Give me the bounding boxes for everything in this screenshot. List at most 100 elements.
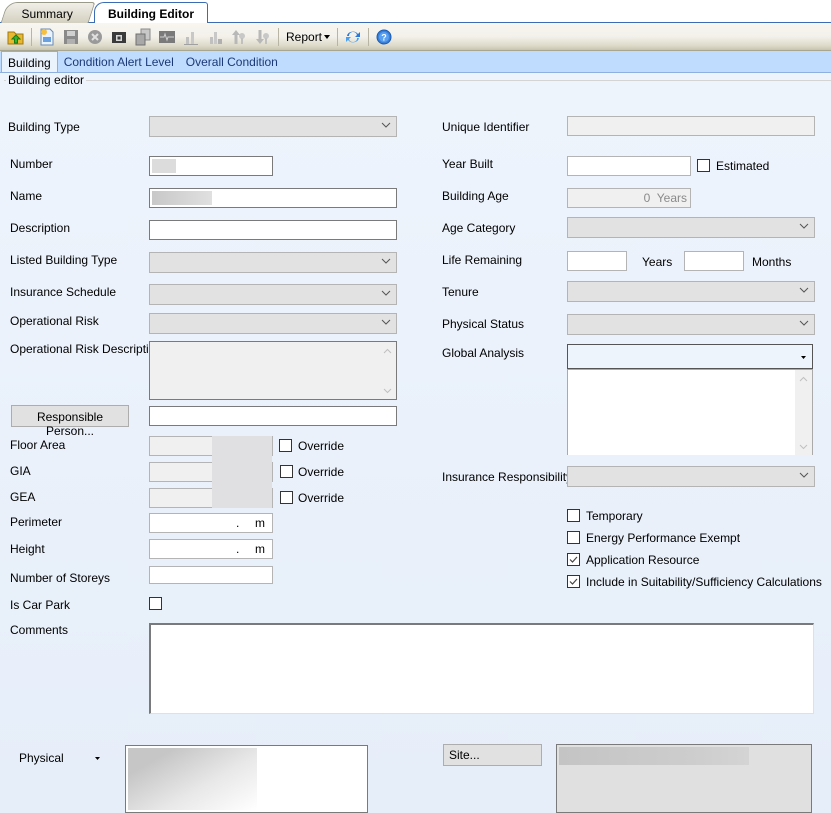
age-category-select[interactable] [567,217,815,238]
copy-icon [133,27,153,47]
months-label: Months [752,255,792,269]
redacted-site-name [559,747,749,765]
tenure-label: Tenure [442,285,479,299]
include-suitability-label: Include in Suitability/Sufficiency Calcu… [586,575,822,589]
operational-risk-description-textarea[interactable] [149,341,397,400]
description-input[interactable] [149,220,397,240]
insurance-responsibility-label: Insurance Responsibility [442,470,573,484]
operational-risk-label: Operational Risk [10,314,99,328]
delete-icon [85,27,105,47]
temporary-checkbox[interactable] [567,509,580,522]
scroll-down-icon[interactable] [383,386,392,395]
tab-building[interactable]: Building [1,51,58,72]
is-car-park-label: Is Car Park [10,598,71,612]
energy-performance-exempt-checkbox[interactable] [567,531,580,544]
years-label: Years [642,255,673,269]
is-car-park-checkbox[interactable] [149,597,162,610]
gea-override-checkbox[interactable] [280,491,293,504]
scrollbar[interactable] [379,342,396,399]
scroll-up-icon[interactable] [383,347,392,356]
site-button[interactable]: Site... [443,744,542,766]
help-icon[interactable]: ? [374,27,394,47]
floor-area-override-checkbox[interactable] [279,439,292,452]
dropdown-arrow-icon [324,34,331,39]
group-title: Building editor [6,73,87,87]
scrollbar[interactable] [795,370,812,455]
chevron-down-icon [799,320,809,326]
perimeter-label: Perimeter [10,515,63,529]
number-input[interactable] [149,156,273,176]
tab-building-editor-label: Building Editor [108,7,194,21]
refresh-icon[interactable] [343,27,363,47]
gea-override-label: Override [298,491,345,505]
life-remaining-label: Life Remaining [442,253,523,267]
chevron-down-icon [381,258,391,264]
height-input[interactable]: . m [149,539,273,559]
svg-text:?: ? [381,32,387,42]
life-remaining-years-input[interactable] [567,251,627,271]
name-input[interactable] [149,188,397,208]
comments-textarea[interactable] [149,623,814,714]
building-age-value: 0 Years [643,191,687,205]
insurance-schedule-select[interactable] [149,284,397,305]
dropdown-arrow-icon [801,356,806,359]
tab-overall-condition[interactable]: Overall Condition [180,51,284,72]
global-analysis-list[interactable] [567,369,813,455]
floor-area-override-label: Override [298,439,345,453]
insurance-schedule-label: Insurance Schedule [10,285,117,299]
group-divider [4,80,831,81]
scroll-up-icon[interactable] [799,375,808,384]
perimeter-input[interactable]: . m [149,513,273,533]
physical-dropdown[interactable]: Physical [19,751,64,765]
floor-area-label: Floor Area [10,438,66,452]
section-tabs: Building Condition Alert Level Overall C… [0,51,831,73]
height-label: Height [10,542,45,556]
estimated-checkbox[interactable] [697,159,710,172]
redacted-value [152,159,176,173]
number-label: Number [10,157,53,171]
height-value: . [236,542,240,556]
life-remaining-months-input[interactable] [684,251,744,271]
global-analysis-label: Global Analysis [442,346,525,360]
dropdown-arrow-icon[interactable] [95,757,100,760]
listed-building-type-select[interactable] [149,252,397,273]
tenure-select[interactable] [567,281,815,302]
tab-building-editor[interactable]: Building Editor [94,2,208,24]
chevron-down-icon [381,290,391,296]
global-analysis-dropdown[interactable] [567,344,813,369]
building-age-label: Building Age [442,189,509,203]
toolbar-separator [278,27,279,46]
responsible-person-button[interactable]: Responsible Person... [11,405,129,438]
new-document-icon[interactable] [37,27,57,47]
responsible-person-input[interactable] [149,406,397,426]
bar-chart-icon [181,27,201,47]
tab-summary[interactable]: Summary [0,2,96,23]
include-suitability-checkbox[interactable] [567,575,580,588]
scroll-down-icon[interactable] [799,442,808,451]
application-resource-checkbox[interactable] [567,553,580,566]
gia-override-checkbox[interactable] [280,465,293,478]
energy-performance-exempt-label: Energy Performance Exempt [586,531,741,545]
redacted-image [128,748,257,810]
name-label: Name [10,189,43,203]
report-dropdown-button[interactable]: Report [282,30,334,44]
tab-condition-alert-level[interactable]: Condition Alert Level [58,51,180,72]
unique-identifier-input[interactable] [567,116,815,136]
perimeter-unit: m [255,516,265,530]
operational-risk-select[interactable] [149,313,397,334]
year-built-input[interactable] [567,156,691,176]
checkmark-icon [569,578,578,585]
toolbar: Report ? [0,23,831,51]
building-type-label: Building Type [8,120,80,134]
physical-status-select[interactable] [567,314,815,335]
building-editor-panel: Building editor Building Type Number Nam… [0,73,831,813]
open-folder-icon[interactable] [6,27,26,47]
save-icon [61,27,81,47]
height-unit: m [255,542,265,556]
building-type-select[interactable] [149,116,397,137]
operational-risk-description-label: Operational Risk Description [10,342,163,356]
building-age-input: 0 Years [567,188,691,208]
tab-summary-label: Summary [21,7,74,21]
number-of-storeys-input[interactable] [149,566,273,584]
insurance-responsibility-select[interactable] [567,466,815,487]
